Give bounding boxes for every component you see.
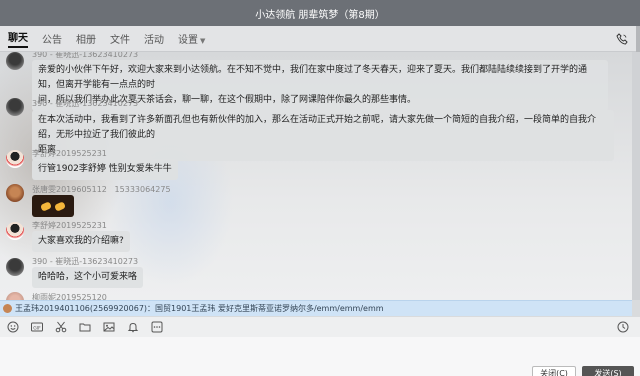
sender-name-text: 张唐雯2019605112 <box>32 185 107 194</box>
tab-files[interactable]: 文件 <box>110 31 130 46</box>
avatar <box>3 304 12 313</box>
chat-scrollbar[interactable] <box>632 52 640 300</box>
gif-icon[interactable]: GIF <box>31 321 43 333</box>
input-toolbar: GIF <box>0 317 640 337</box>
message-bubble: 大家喜欢我的介绍嘛? <box>32 231 130 252</box>
avatar[interactable] <box>6 258 24 276</box>
tab-bar: 聊天 公告 相册 文件 活动 设置 ▼ <box>0 26 640 52</box>
message-line: 在本次活动中，我看到了许多新面孔但也有新伙伴的加入，那么在活动正式开始之前呢，请… <box>38 115 597 140</box>
sender-name: 张唐雯2019605112 15333064275 <box>32 184 171 195</box>
history-clock-icon[interactable] <box>617 321 629 333</box>
tab-settings[interactable]: 设置 ▼ <box>178 31 205 46</box>
sender-name: 李舒婷2019525231 <box>32 221 107 230</box>
message-line: 亲爱的小伙伴下午好，欢迎大家来到小达领航。在不知不觉中，我们在家中度过了冬天春天… <box>38 65 588 90</box>
avatar[interactable] <box>6 222 24 240</box>
avatar[interactable] <box>6 292 24 300</box>
sender-name: 390 - 崔晓迅-13623410273 <box>32 52 139 59</box>
more-icon[interactable] <box>151 321 163 333</box>
image-icon[interactable] <box>103 321 115 333</box>
avatar[interactable] <box>6 98 24 116</box>
send-button[interactable]: 发送(S) <box>582 366 634 376</box>
message-bubble: 在本次活动中，我看到了许多新面孔但也有新伙伴的加入，那么在活动正式开始之前呢，请… <box>32 110 614 161</box>
message-line: 行管1902李舒婷 性别女爱朱牛牛 <box>38 164 172 174</box>
svg-text:GIF: GIF <box>33 325 41 331</box>
avatar[interactable] <box>6 184 24 202</box>
sender-name: 390 - 崔晓迅-13623410273 <box>32 257 139 266</box>
sender-name: 柳雨妮2019525120 <box>32 293 107 300</box>
sender-name: 390 - 崔晓迅-13623410273 <box>32 99 139 108</box>
mention-notice-bar[interactable]: 王孟玮2019401106(2569920067)：国贸1901王孟玮 爱好克里… <box>0 300 632 316</box>
sender-phone: 15333064275 <box>114 185 171 194</box>
window-title: 小达领航 朋辈筑梦（第8期） <box>255 9 385 21</box>
sticker-image[interactable] <box>32 195 74 217</box>
tab-bar-actions <box>616 26 640 52</box>
message-bubble: 哈哈哈，这个小可爱来咯 <box>32 267 144 288</box>
tab-activities[interactable]: 活动 <box>144 31 164 46</box>
phone-icon[interactable] <box>616 33 628 45</box>
message-bubble: 行管1902李舒婷 性别女爱朱牛牛 <box>32 159 178 180</box>
message-line: 哈哈哈，这个小可爱来咯 <box>38 272 138 282</box>
message-line: 距离 <box>38 145 57 155</box>
mention-notice-text: 王孟玮2019401106(2569920067)：国贸1901王孟玮 爱好克里… <box>15 304 384 313</box>
message-line: 大家喜欢我的介绍嘛? <box>38 236 124 246</box>
bell-icon[interactable] <box>127 321 139 333</box>
emoji-icon[interactable] <box>7 321 19 333</box>
tab-chat[interactable]: 聊天 <box>8 29 28 48</box>
folder-icon[interactable] <box>79 321 91 333</box>
chevron-down-icon: ▼ <box>200 37 206 45</box>
title-bar: 小达领航 朋辈筑梦（第8期） <box>0 0 640 26</box>
tab-album[interactable]: 相册 <box>76 31 96 46</box>
scissors-icon[interactable] <box>55 321 67 333</box>
tab-announcement[interactable]: 公告 <box>42 31 62 46</box>
sender-name: 李舒婷2019525231 <box>32 149 107 158</box>
panel-edge[interactable] <box>636 26 640 52</box>
tab-settings-label: 设置 <box>178 35 198 46</box>
avatar[interactable] <box>6 150 24 168</box>
close-button[interactable]: 关闭(C) <box>532 366 576 376</box>
avatar[interactable] <box>6 52 24 70</box>
message-input[interactable]: 关闭(C) 发送(S) <box>0 337 640 376</box>
chat-history[interactable]: 390 - 崔晓迅-13623410273 亲爱的小伙伴下午好，欢迎大家来到小达… <box>0 52 632 300</box>
